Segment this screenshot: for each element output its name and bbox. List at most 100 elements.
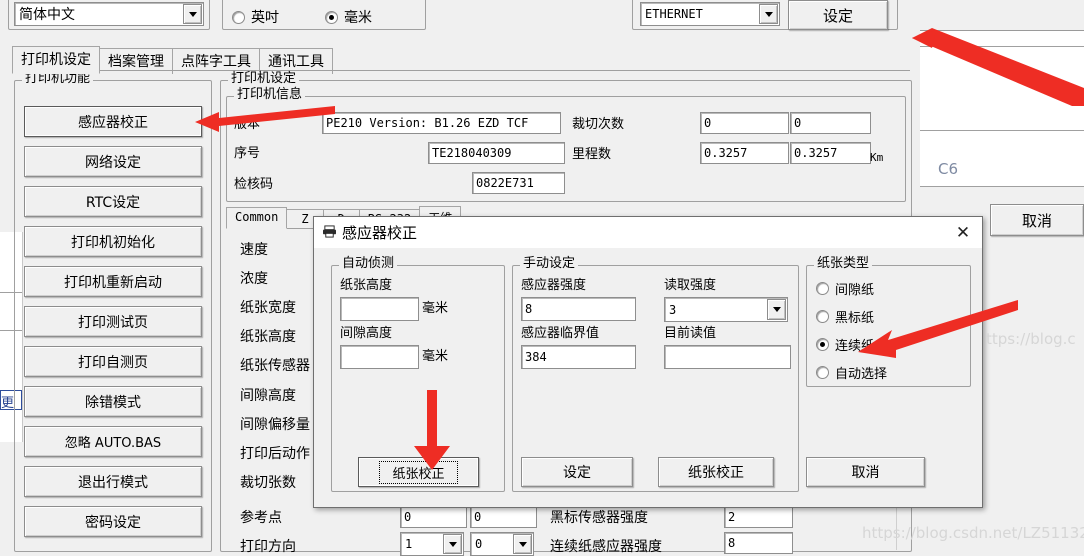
chevron-down-icon[interactable] <box>767 299 786 320</box>
close-icon[interactable]: ✕ <box>950 221 976 245</box>
label-sensor-strength: 感应器强度 <box>521 278 587 293</box>
unit-radio-inch[interactable]: 英吋 <box>232 7 279 27</box>
manual-paper-calibrate-button[interactable]: 纸张校正 <box>658 457 774 487</box>
function-group-title: 打印机功能 <box>22 72 94 86</box>
background-cancel-button[interactable]: 取消 <box>990 204 1084 236</box>
param-label-gap-height: 间隙高度 <box>240 388 296 404</box>
chevron-down-icon[interactable] <box>443 534 462 554</box>
background-divider-1 <box>920 46 1084 47</box>
paper-type-group-title: 纸张类型 <box>814 257 873 271</box>
param-label-gap-offset: 间隙偏移量 <box>240 417 310 433</box>
param-label-reference-point: 参考点 <box>240 510 282 526</box>
combo-print-direction-2[interactable]: 0 <box>470 532 534 556</box>
param-label-speed: 速度 <box>240 242 268 258</box>
language-combo-value: 简体中文 <box>19 7 75 23</box>
paper-type-continuous[interactable]: 连续纸 <box>816 335 874 354</box>
label-checkcode: 检核码 <box>234 177 274 192</box>
radio-dot-icon <box>816 310 829 323</box>
field-cut-count-2[interactable]: 0 <box>790 112 871 134</box>
chevron-down-icon[interactable] <box>759 4 778 24</box>
combo-print-direction-2-value: 0 <box>475 537 483 551</box>
chevron-down-icon[interactable] <box>513 534 532 554</box>
label-sensor-threshold: 感应器临界值 <box>521 326 600 341</box>
paper-type-auto-label: 自动选择 <box>835 367 888 382</box>
param-label-paper-width: 纸张宽度 <box>240 300 296 316</box>
manual-settings-group-title: 手动设定 <box>520 257 579 271</box>
label-version: 版本 <box>234 117 261 132</box>
radio-dot-icon <box>325 10 338 24</box>
button-print-test-page[interactable]: 打印测试页 <box>24 306 202 337</box>
field-cut-count-1[interactable]: 0 <box>700 112 789 134</box>
paper-type-gap-label: 间隙纸 <box>835 283 875 298</box>
field-version[interactable]: PE210 Version: B1.26 EZD TCF <box>322 112 561 134</box>
field-mileage-1[interactable]: 0.3257 <box>700 142 789 164</box>
field-reference-point-x[interactable]: 0 <box>400 506 467 528</box>
auto-paper-calibrate-button[interactable]: 纸张校正 <box>358 457 479 487</box>
label-mileage-unit: Km <box>870 151 884 164</box>
field-blackmark-sensor-strength[interactable]: 2 <box>724 506 793 528</box>
paper-type-auto[interactable]: 自动选择 <box>816 363 887 382</box>
port-combo[interactable]: ETHERNET <box>640 2 780 26</box>
button-printer-restart[interactable]: 打印机重新启动 <box>24 266 202 297</box>
button-sensor-calibration[interactable]: 感应器校正 <box>24 106 202 137</box>
paper-type-gap[interactable]: 间隙纸 <box>816 279 874 298</box>
watermark-bottom: https://blog.csdn.net/LZ511321 <box>862 524 1084 542</box>
param-label-density: 浓度 <box>240 271 268 287</box>
field-sensor-threshold[interactable]: 384 <box>521 345 636 369</box>
watermark-right: ttps://blog.c <box>986 330 1076 348</box>
button-rtc-settings[interactable]: RTC设定 <box>24 186 202 217</box>
param-label-print-direction: 打印方向 <box>240 539 296 555</box>
dialog-cancel-button[interactable]: 取消 <box>806 457 925 487</box>
button-debug-mode[interactable]: 除错模式 <box>24 386 202 417</box>
auto-paper-calibrate-label: 纸张校正 <box>379 460 458 484</box>
param-label-post-print-action: 打印后动作 <box>240 446 310 462</box>
label-blackmark-sensor-strength: 黑标传感器强度 <box>550 510 648 526</box>
field-current-reading[interactable] <box>664 345 791 369</box>
printer-icon <box>323 225 336 238</box>
field-serial[interactable]: TE218040309 <box>428 142 565 164</box>
dialog-title-bar: 感应器校正 ✕ <box>314 217 982 248</box>
radio-dot-icon <box>816 282 829 295</box>
radio-dot-icon <box>816 366 829 379</box>
language-combo[interactable]: 简体中文 <box>14 2 204 26</box>
paper-type-continuous-label: 连续纸 <box>835 339 875 354</box>
combo-print-direction-1-value: 1 <box>405 537 413 551</box>
label-gap-height-unit: 毫米 <box>422 349 449 364</box>
button-network-settings[interactable]: 网络设定 <box>24 146 202 177</box>
field-gap-height[interactable] <box>340 345 419 369</box>
button-exit-line-mode[interactable]: 退出行模式 <box>24 466 202 497</box>
button-printer-init[interactable]: 打印机初始化 <box>24 226 202 257</box>
label-mileage: 里程数 <box>572 147 612 162</box>
field-sensor-strength[interactable]: 8 <box>521 297 636 321</box>
dialog-title: 感应器校正 <box>342 224 418 242</box>
param-label-paper-height: 纸张高度 <box>240 329 296 345</box>
chevron-down-icon[interactable] <box>183 4 202 24</box>
paper-type-blackmark[interactable]: 黑标纸 <box>816 307 874 326</box>
tabstrip-baseline <box>12 70 910 71</box>
port-set-button[interactable]: 设定 <box>788 0 888 30</box>
field-mileage-2[interactable]: 0.3257 <box>790 142 871 164</box>
tab-printer-settings[interactable]: 打印机设定 <box>12 46 100 74</box>
printer-info-group-title: 打印机信息 <box>234 88 306 102</box>
label-current-reading: 目前读值 <box>664 326 717 341</box>
auto-detect-group-title: 自动侦测 <box>339 257 398 271</box>
label-cut-count: 裁切次数 <box>572 117 625 132</box>
manual-set-button[interactable]: 设定 <box>521 457 633 487</box>
unit-radio-mm[interactable]: 毫米 <box>325 7 372 27</box>
sensor-calibration-dialog: 感应器校正 ✕ 自动侦测 纸张高度 毫米 间隙高度 毫米 纸张校正 手动设定 感… <box>313 216 983 508</box>
field-checkcode[interactable]: 0822E731 <box>472 172 565 194</box>
background-window-band <box>920 0 1084 31</box>
settings-group-title: 打印机设定 <box>228 72 300 86</box>
field-reference-point-y[interactable]: 0 <box>470 506 537 528</box>
inner-tab-common[interactable]: Common <box>226 207 288 229</box>
combo-read-strength[interactable]: 3 <box>664 297 788 322</box>
button-print-self-test[interactable]: 打印自测页 <box>24 346 202 377</box>
combo-print-direction-1[interactable]: 1 <box>400 532 464 556</box>
button-ignore-autobas[interactable]: 忽略 AUTO.BAS <box>24 426 202 457</box>
button-password-settings[interactable]: 密码设定 <box>24 506 202 537</box>
label-continuous-sensor-strength: 连续纸感应器强度 <box>550 539 662 555</box>
label-serial: 序号 <box>234 146 261 161</box>
field-continuous-sensor-strength[interactable]: 8 <box>724 532 793 554</box>
combo-read-strength-value: 3 <box>669 302 677 317</box>
field-paper-height[interactable] <box>340 297 419 321</box>
